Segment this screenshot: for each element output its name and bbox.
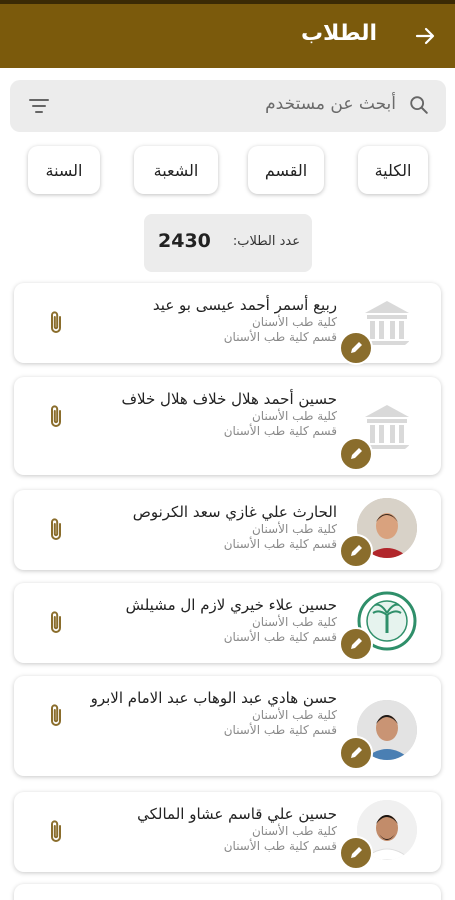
student-college: كلية طب الأسنان	[251, 708, 337, 722]
filter-department-button[interactable]: القسم	[248, 146, 324, 194]
edit-button[interactable]	[339, 437, 373, 471]
student-card[interactable]	[14, 884, 441, 900]
edit-button[interactable]	[339, 736, 373, 770]
student-college: كلية طب الأسنان	[251, 615, 337, 629]
student-card[interactable]: حسين علاء خيري لازم ال مشيلش كلية طب الأ…	[14, 583, 441, 663]
student-name: الحارث علي غازي سعد الكرنوص	[132, 503, 337, 521]
student-count-value: 2430	[158, 230, 211, 252]
student-department: قسم كلية طب الأسنان	[223, 630, 337, 644]
student-name: حسين علي قاسم عشاو المالكي	[137, 805, 337, 823]
student-name: حسين علاء خيري لازم ال مشيلش	[125, 596, 337, 614]
pencil-icon	[351, 847, 362, 858]
student-card[interactable]: حسين علي قاسم عشاو المالكي كلية طب الأسن…	[14, 792, 441, 872]
edit-button[interactable]	[339, 331, 373, 365]
attachment-icon[interactable]	[46, 609, 66, 637]
student-department: قسم كلية طب الأسنان	[223, 537, 337, 551]
filter-section-button[interactable]: الشعبة	[134, 146, 218, 194]
attachment-icon[interactable]	[46, 309, 66, 337]
student-college: كلية طب الأسنان	[251, 824, 337, 838]
student-name: ربيع أسمر أحمد عيسى بو عيد	[152, 296, 337, 314]
student-department: قسم كلية طب الأسنان	[223, 839, 337, 853]
page-title: الطلاب	[300, 21, 377, 46]
student-card[interactable]: الحارث علي غازي سعد الكرنوص كلية طب الأس…	[14, 490, 441, 570]
search-bar[interactable]: أبحث عن مستخدم	[10, 80, 446, 132]
attachment-icon[interactable]	[46, 516, 66, 544]
student-department: قسم كلية طب الأسنان	[223, 330, 337, 344]
student-card[interactable]: حسين أحمد هلال خلاف هلال خلاف كلية طب ال…	[14, 377, 441, 475]
edit-button[interactable]	[339, 627, 373, 661]
student-department: قسم كلية طب الأسنان	[223, 424, 337, 438]
edit-button[interactable]	[339, 836, 373, 870]
filter-college-button[interactable]: الكلية	[358, 146, 428, 194]
student-college: كلية طب الأسنان	[251, 409, 337, 423]
attachment-icon[interactable]	[46, 818, 66, 846]
student-count-label: عدد الطلاب:	[232, 234, 300, 249]
filter-icon[interactable]	[28, 96, 50, 116]
pencil-icon	[351, 638, 362, 649]
pencil-icon	[351, 342, 362, 353]
pencil-icon	[351, 545, 362, 556]
edit-button[interactable]	[339, 534, 373, 568]
pencil-icon	[351, 747, 362, 758]
filter-section-label: الشعبة	[153, 160, 199, 180]
app-bar: الطلاب	[0, 0, 455, 68]
filter-year-button[interactable]: السنة	[28, 146, 100, 194]
student-college: كلية طب الأسنان	[251, 522, 337, 536]
student-department: قسم كلية طب الأسنان	[223, 723, 337, 737]
filter-year-label: السنة	[45, 160, 83, 180]
pencil-icon	[351, 448, 362, 459]
student-count-box: عدد الطلاب: 2430	[144, 214, 312, 272]
student-card[interactable]: حسن هادي عبد الوهاب عبد الامام الابرو كل…	[14, 676, 441, 776]
search-input[interactable]: أبحث عن مستخدم	[265, 94, 396, 114]
student-card[interactable]: ربيع أسمر أحمد عيسى بو عيد كلية طب الأسن…	[14, 283, 441, 365]
search-icon	[410, 96, 428, 114]
student-name: حسين أحمد هلال خلاف هلال خلاف	[121, 390, 338, 408]
attachment-icon[interactable]	[46, 702, 66, 730]
student-college: كلية طب الأسنان	[251, 315, 337, 329]
student-name: حسن هادي عبد الوهاب عبد الامام الابرو	[90, 689, 337, 707]
filter-department-label: القسم	[264, 160, 308, 180]
arrow-right-icon[interactable]	[413, 24, 437, 48]
filter-college-label: الكلية	[374, 160, 412, 180]
attachment-icon[interactable]	[46, 403, 66, 431]
